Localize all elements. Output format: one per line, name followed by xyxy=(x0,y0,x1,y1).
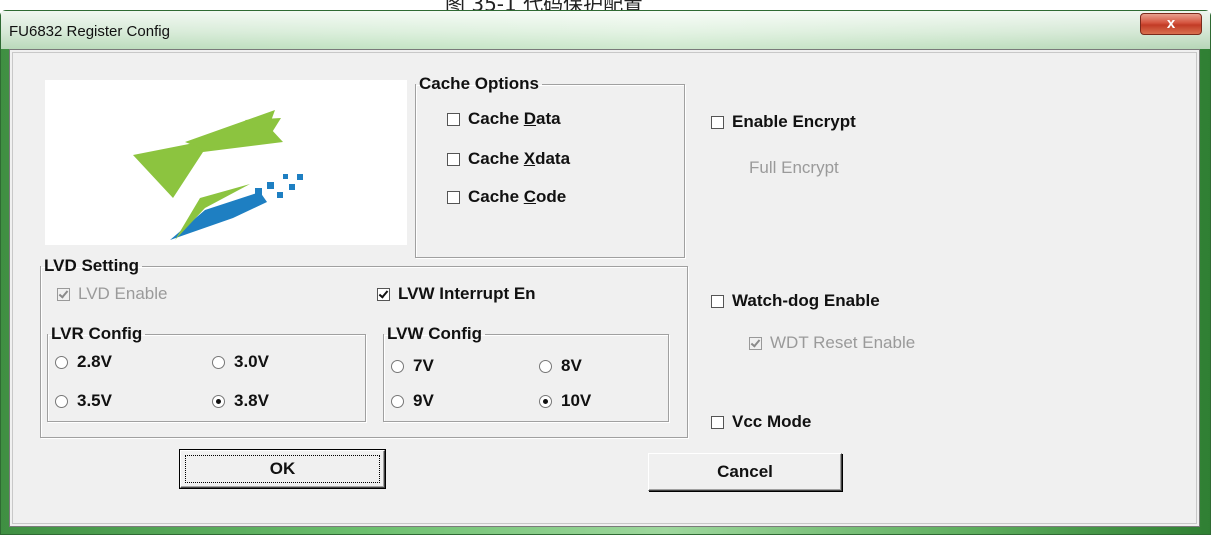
wdt-reset-label: WDT Reset Enable xyxy=(770,333,916,352)
enable-encrypt-checkbox[interactable]: Enable Encrypt xyxy=(711,112,856,132)
radio-icon xyxy=(55,355,68,369)
checkbox-icon xyxy=(447,152,460,166)
lvr-config-legend: LVR Config xyxy=(51,324,143,343)
dialog-window: FU6832 Register Config x Cache Options C… xyxy=(0,10,1211,535)
cache-options-legend: Cache Options xyxy=(419,74,539,93)
document-caption-area: 图 35-1 代码保护配置 xyxy=(0,0,1211,10)
vcc-mode-checkbox[interactable]: Vcc Mode xyxy=(711,412,811,432)
lvr-radio-3-0v[interactable]: 3.0V xyxy=(212,352,269,372)
radio-icon xyxy=(212,355,225,369)
lvd-enable-label: LVD Enable xyxy=(78,284,168,303)
lvw-radio-9v[interactable]: 9V xyxy=(391,391,434,411)
checkbox-icon xyxy=(447,112,460,126)
company-logo xyxy=(45,80,407,245)
cache-xdata-label: Cache Xdata xyxy=(468,149,571,168)
document-caption: 图 35-1 代码保护配置 xyxy=(445,0,643,10)
checkbox-checked-icon xyxy=(57,287,70,301)
radio-selected-icon xyxy=(212,394,225,408)
radio-icon xyxy=(391,359,404,373)
checkbox-checked-icon xyxy=(377,287,390,301)
lvr-radio-3-8v[interactable]: 3.8V xyxy=(212,391,269,411)
lvd-enable-checkbox[interactable]: LVD Enable xyxy=(57,284,167,304)
checkbox-icon xyxy=(711,415,724,429)
cache-code-label: Cache Code xyxy=(468,187,567,206)
cache-data-checkbox[interactable]: Cache Data xyxy=(447,109,561,129)
lvr-radio-3-5v[interactable]: 3.5V xyxy=(55,391,112,411)
logo-icon xyxy=(133,110,303,240)
title-bar[interactable]: FU6832 Register Config x xyxy=(1,11,1210,49)
full-encrypt-label: Full Encrypt xyxy=(749,158,839,177)
lvw-radio-10v[interactable]: 10V xyxy=(539,391,591,411)
radio-icon xyxy=(55,394,68,408)
ok-button[interactable]: OK xyxy=(179,449,386,489)
watchdog-enable-checkbox[interactable]: Watch-dog Enable xyxy=(711,291,880,311)
radio-selected-icon xyxy=(539,394,552,408)
cache-xdata-checkbox[interactable]: Cache Xdata xyxy=(447,149,570,169)
enable-encrypt-label: Enable Encrypt xyxy=(732,112,856,131)
cache-code-checkbox[interactable]: Cache Code xyxy=(447,187,566,207)
watchdog-enable-label: Watch-dog Enable xyxy=(732,291,880,310)
checkbox-icon xyxy=(711,115,724,129)
checkbox-icon xyxy=(447,190,460,204)
lvw-interrupt-label: LVW Interrupt En xyxy=(398,284,536,303)
lvw-config-legend: LVW Config xyxy=(387,324,483,343)
checkbox-icon xyxy=(711,294,724,308)
cancel-button-label: Cancel xyxy=(717,462,773,481)
vcc-mode-label: Vcc Mode xyxy=(732,412,812,431)
close-button[interactable]: x xyxy=(1140,13,1202,35)
cache-data-label: Cache Data xyxy=(468,109,561,128)
lvr-radio-2-8v[interactable]: 2.8V xyxy=(55,352,112,372)
lvw-radio-7v[interactable]: 7V xyxy=(391,356,434,376)
radio-icon xyxy=(391,394,404,408)
checkbox-checked-icon xyxy=(749,336,762,350)
cancel-button[interactable]: Cancel xyxy=(648,453,842,491)
close-icon: x xyxy=(1166,15,1176,32)
dialog-client-area: Cache Options Cache Data Cache Xdata Cac… xyxy=(9,49,1200,527)
lvd-setting-legend: LVD Setting xyxy=(44,256,140,275)
wdt-reset-checkbox[interactable]: WDT Reset Enable xyxy=(749,333,915,353)
lvw-radio-8v[interactable]: 8V xyxy=(539,356,582,376)
window-title: FU6832 Register Config xyxy=(9,23,170,40)
lvw-interrupt-checkbox[interactable]: LVW Interrupt En xyxy=(377,284,536,304)
radio-icon xyxy=(539,359,552,373)
